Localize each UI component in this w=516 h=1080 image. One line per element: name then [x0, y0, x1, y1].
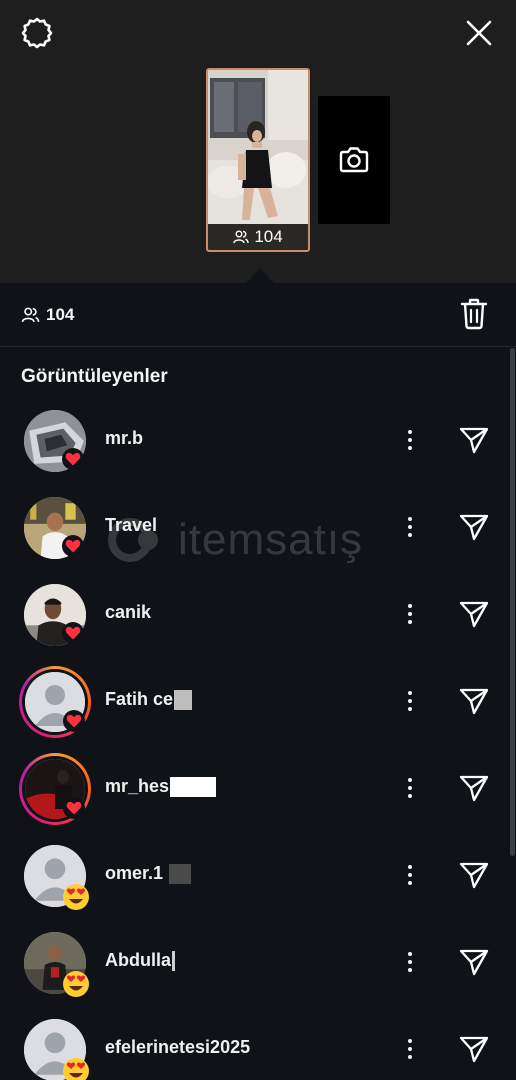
send-message-button[interactable]: [457, 771, 491, 805]
viewer-row[interactable]: mr.b: [0, 397, 516, 484]
viewer-username[interactable]: Fatih ce: [105, 689, 193, 711]
people-icon: [233, 230, 250, 244]
heart-icon: [63, 797, 85, 819]
settings-button[interactable]: [18, 14, 56, 52]
story-preview-area: 104: [0, 0, 516, 283]
viewer-username[interactable]: mr_hes: [105, 776, 217, 798]
heart-icon: [62, 448, 84, 470]
send-message-button[interactable]: [457, 423, 491, 457]
trash-icon: [460, 298, 488, 330]
viewer-row[interactable]: omer.1: [0, 832, 516, 919]
send-icon: [459, 862, 489, 889]
story-view-count: 104: [208, 224, 308, 250]
viewer-username[interactable]: mr.b: [105, 428, 215, 450]
viewer-row[interactable]: canik: [0, 571, 516, 658]
close-icon: [466, 20, 492, 46]
more-options-button[interactable]: [398, 684, 422, 718]
viewer-row[interactable]: efelerinetesi2025: [0, 1006, 516, 1080]
viewer-row[interactable]: mr_hes: [0, 745, 516, 832]
send-icon: [459, 514, 489, 541]
more-options-button[interactable]: [398, 858, 422, 892]
avatar[interactable]: [24, 845, 89, 910]
camera-icon: [339, 147, 369, 173]
send-icon: [459, 601, 489, 628]
story-photo: [208, 70, 308, 250]
viewer-username[interactable]: canik: [105, 602, 151, 623]
send-icon: [459, 688, 489, 715]
avatar-with-story-ring[interactable]: [19, 753, 91, 825]
heart-icon: [62, 535, 84, 557]
delete-story-button[interactable]: [458, 297, 490, 331]
avatar[interactable]: [24, 497, 86, 559]
gear-icon: [21, 17, 53, 49]
send-icon: [459, 427, 489, 454]
viewer-row[interactable]: Abdulla: [0, 919, 516, 1006]
heart-icon: [63, 710, 85, 732]
viewer-username[interactable]: Abdulla: [105, 950, 175, 972]
viewer-row[interactable]: Fatih ce: [0, 658, 516, 745]
more-options-button[interactable]: [398, 597, 422, 631]
heart-eyes-emoji-icon: [62, 883, 90, 911]
scrollbar[interactable]: [510, 348, 515, 856]
more-options-button[interactable]: [398, 1032, 422, 1066]
redaction: [170, 777, 217, 798]
views-summary[interactable]: 104: [21, 305, 74, 325]
send-message-button[interactable]: [457, 684, 491, 718]
send-message-button[interactable]: [457, 510, 491, 544]
viewer-row[interactable]: Travel: [0, 484, 516, 571]
people-icon: [21, 307, 40, 323]
story-thumbnail[interactable]: 104: [206, 68, 310, 252]
redaction: [174, 690, 193, 711]
heart-icon: [62, 622, 84, 644]
selected-story-pointer: [246, 268, 274, 283]
heart-eyes-emoji-icon: [62, 970, 90, 998]
send-message-button[interactable]: [457, 945, 491, 979]
send-icon: [459, 949, 489, 976]
avatar[interactable]: [24, 410, 86, 472]
viewer-username[interactable]: efelerinetesi2025: [105, 1037, 250, 1058]
redaction: [172, 951, 175, 972]
send-icon: [459, 775, 489, 802]
story-view-count-text: 104: [254, 227, 283, 246]
close-button[interactable]: [460, 14, 498, 52]
viewers-title: Görüntüleyenler: [21, 366, 168, 387]
avatar-with-story-ring[interactable]: [19, 666, 91, 738]
send-icon: [459, 1036, 489, 1063]
redaction: [144, 429, 215, 450]
avatar[interactable]: [24, 1019, 89, 1080]
send-message-button[interactable]: [457, 858, 491, 892]
more-options-button[interactable]: [398, 423, 422, 457]
views-count: 104: [46, 305, 75, 324]
stats-bar: 104: [0, 283, 516, 347]
viewer-username[interactable]: omer.1: [105, 863, 192, 885]
send-message-button[interactable]: [457, 597, 491, 631]
more-options-button[interactable]: [398, 945, 422, 979]
add-story-button[interactable]: [318, 96, 390, 224]
more-options-button[interactable]: [398, 771, 422, 805]
redaction: [169, 864, 192, 885]
avatar[interactable]: [24, 932, 89, 997]
heart-eyes-emoji-icon: [62, 1057, 90, 1080]
send-message-button[interactable]: [457, 1032, 491, 1066]
viewer-username[interactable]: Travel: [105, 515, 157, 536]
more-options-button[interactable]: [398, 510, 422, 544]
avatar[interactable]: [24, 584, 86, 646]
